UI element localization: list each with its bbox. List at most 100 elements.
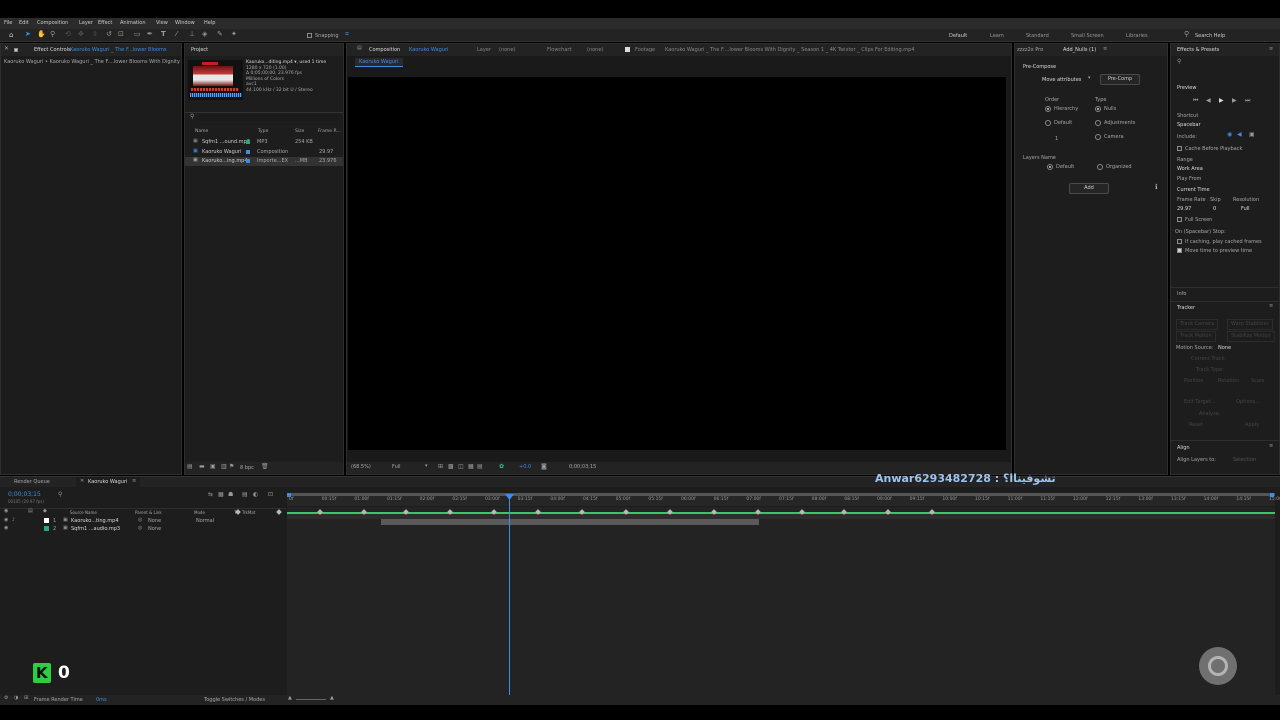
effect-controls-tab[interactable]: Effect Controls	[34, 48, 71, 53]
effects-presets-tab[interactable]: Effects & Presets	[1177, 48, 1219, 53]
project-row[interactable]: ▣ Kaoruko...ing.mp4 Importe...EX ...MB 23.97…	[185, 157, 343, 166]
next-frame-icon[interactable]: ▶	[1232, 98, 1237, 104]
menu-icon[interactable]: ≡	[1269, 304, 1273, 309]
menu-item-edit[interactable]: Edit	[19, 21, 29, 26]
label-color-swatch[interactable]	[246, 159, 250, 163]
tracker-button[interactable]: Track Motion	[1176, 331, 1216, 342]
guides-icon[interactable]: ▦	[468, 464, 474, 470]
prev-frame-icon[interactable]: ◀	[1206, 98, 1211, 104]
new-comp-icon[interactable]: ▣	[210, 464, 216, 470]
anchor-tool-icon[interactable]: ⊡	[118, 31, 124, 38]
search-icon[interactable]: ⚲	[190, 114, 194, 120]
zoom-slider[interactable]	[296, 699, 326, 700]
layer-parent[interactable]: None	[148, 527, 161, 532]
move-attributes-dropdown[interactable]: Move attributes	[1042, 78, 1081, 83]
pen-tool-icon[interactable]: ✒	[147, 31, 153, 38]
brush-tool-icon[interactable]: ⁄	[176, 31, 177, 38]
effect-controls-lock[interactable]	[14, 48, 18, 52]
render-queue-tab[interactable]: Render Queue	[14, 480, 50, 485]
work-area-bar[interactable]	[287, 493, 1275, 496]
visibility-icon[interactable]: ◉	[4, 518, 8, 523]
project-column[interactable]: Size	[295, 129, 304, 135]
draft-3d-icon[interactable]: ▦	[218, 492, 224, 498]
workspace-default[interactable]: Default	[949, 34, 967, 39]
workspace-libraries[interactable]: Libraries	[1126, 34, 1148, 39]
tab-add-nulls[interactable]: Add_Nulls (1)	[1063, 48, 1096, 53]
play-icon[interactable]: ▶	[1219, 98, 1224, 104]
tracker-button[interactable]: Track Camera	[1176, 319, 1219, 330]
comp-timeline-tab[interactable]: ✕ Kaoruko Waguri ≡	[76, 477, 140, 487]
rectangle-tool-icon[interactable]: ▭	[134, 31, 141, 38]
tab-script-pro[interactable]: zzzz2x Pro	[1017, 48, 1043, 53]
timeline-column[interactable]: Source Name	[70, 511, 97, 515]
snap-icon[interactable]: ⌗	[345, 31, 349, 38]
workspace-learn[interactable]: Learn	[990, 34, 1004, 39]
project-column[interactable]: Name	[195, 129, 208, 135]
type-nulls-radio[interactable]	[1095, 106, 1101, 112]
menu-icon[interactable]: ≡	[132, 479, 136, 484]
eye-icon[interactable]: ◉	[4, 509, 8, 514]
menu-item-view[interactable]: View	[156, 21, 168, 26]
type-adjustments-radio[interactable]	[1095, 120, 1101, 126]
frame-blending-icon[interactable]: ▤	[242, 492, 248, 498]
timeline-layer-row[interactable]: ◉ 2 ▣ Sqfm1 ...audio.mp3 ◎ None	[0, 525, 286, 533]
time-ruler[interactable]: 0f 00:15f 01:00f 01:15f 02:00f 02:15f 03:00f 03…	[287, 493, 1280, 506]
menu-item-file[interactable]: File	[4, 21, 12, 26]
apply-button[interactable]: Apply	[1245, 423, 1259, 428]
help-search-field[interactable]: Search Help	[1195, 34, 1225, 39]
close-icon[interactable]: ✕	[80, 479, 84, 484]
range-dropdown[interactable]: Work Area	[1177, 167, 1203, 172]
count-dropdown[interactable]: 1	[1055, 137, 1058, 142]
search-icon[interactable]: ⚲	[1177, 59, 1181, 65]
menu-item-composition[interactable]: Composition	[37, 21, 68, 26]
workspace-small-screen[interactable]: Small Screen	[1071, 34, 1104, 39]
menu-icon[interactable]: ≡	[1269, 47, 1273, 52]
timeline-column[interactable]: TrkMat	[242, 511, 255, 515]
playhead[interactable]	[509, 495, 510, 695]
layer-name[interactable]: Kaoruko...ting.mp4	[71, 519, 119, 524]
layer-label-color[interactable]	[44, 518, 49, 523]
lock-icon[interactable]: ▤	[357, 46, 362, 51]
move-tool-icon[interactable]: ✥	[78, 31, 84, 38]
menu-item-effect[interactable]: Effect	[98, 21, 112, 26]
viewer-timecode[interactable]: 0;00;03;15	[569, 465, 596, 470]
region-icon[interactable]: ⊞	[438, 464, 443, 470]
name-organized-radio[interactable]	[1097, 164, 1103, 170]
hand-tool-icon[interactable]: ✋	[37, 31, 46, 38]
label-color-swatch[interactable]	[246, 140, 250, 144]
name-default-radio[interactable]	[1047, 164, 1053, 170]
visibility-icon[interactable]: ◉	[4, 526, 8, 531]
composition-canvas[interactable]	[348, 77, 1006, 450]
skip-dropdown[interactable]: 0	[1213, 207, 1216, 212]
layer-parent[interactable]: None	[148, 519, 161, 524]
home-icon[interactable]: ⌂	[9, 32, 13, 39]
layer-2-bar[interactable]	[381, 519, 759, 525]
align-target-dropdown[interactable]: Selection	[1233, 458, 1256, 463]
menu-icon[interactable]: ≡	[1269, 444, 1273, 449]
clone-tool-icon[interactable]: ⊥	[189, 31, 195, 38]
menu-item-layer[interactable]: Layer	[79, 21, 93, 26]
flowchart-icon[interactable]: ⚑	[229, 464, 234, 470]
workspace-standard[interactable]: Standard	[1026, 34, 1049, 39]
eraser-tool-icon[interactable]: ◈	[202, 31, 207, 38]
selection-tool-icon[interactable]: ➤	[25, 31, 31, 38]
mask-icon[interactable]: ◫	[458, 464, 464, 470]
motion-source-dropdown[interactable]: None	[1218, 346, 1231, 351]
layer-switches-icon[interactable]: ⚙	[4, 696, 8, 701]
edit-target-button[interactable]: Edit Target...	[1184, 400, 1216, 405]
resolution-dropdown[interactable]: Full	[1241, 207, 1250, 212]
timeline-layer-row[interactable]: ◉ ♪ 1 ▣ Kaoruko...ting.mp4 ◎ None Normal	[0, 517, 286, 525]
play-from-dropdown[interactable]: Current Time	[1177, 188, 1210, 193]
in-out-icon[interactable]: ⊞	[24, 696, 28, 701]
close-icon[interactable]: ✕	[4, 46, 9, 52]
project-row[interactable]: ▣ Kaoruko Waguri Composition 29.97	[185, 148, 343, 157]
menu-item-help[interactable]: Help	[204, 21, 215, 26]
zoom-out-icon[interactable]: ▲	[288, 696, 292, 701]
full-screen-checkbox[interactable]	[1177, 217, 1182, 222]
menu-item-window[interactable]: Window	[175, 21, 195, 26]
toggle-switches-modes[interactable]: Toggle Switches / Modes	[204, 698, 265, 703]
timeline-timecode[interactable]: 0;00;03;15	[8, 492, 41, 498]
pickwhip-icon[interactable]: ◎	[138, 526, 142, 531]
comp-flowchart-icon[interactable]: ⇆	[208, 492, 213, 498]
motion-blur-icon[interactable]: ◐	[253, 492, 258, 498]
